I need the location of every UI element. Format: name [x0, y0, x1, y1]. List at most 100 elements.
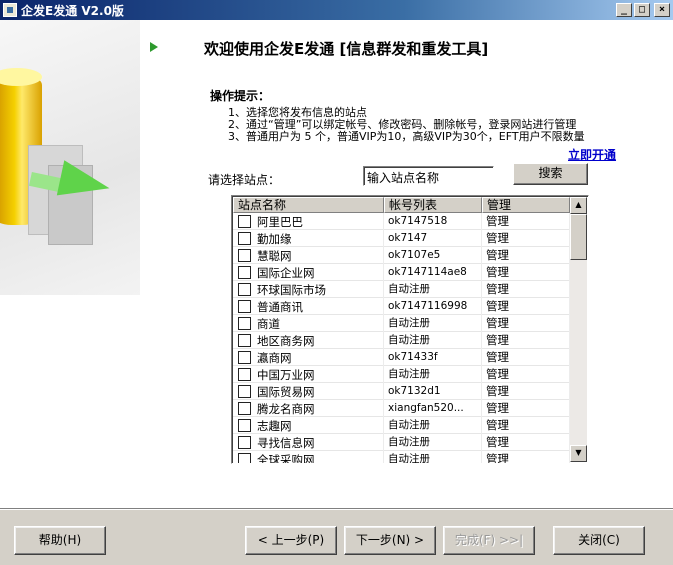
site-checkbox[interactable]: [238, 368, 251, 381]
manage-link[interactable]: 管理: [482, 281, 570, 298]
maximize-button[interactable]: □: [634, 3, 650, 17]
title-bar: 企发E发通 V2.0版 _ □ ×: [0, 0, 673, 20]
manage-link[interactable]: 管理: [482, 451, 570, 463]
site-name: 志趣网: [257, 418, 292, 433]
list-item[interactable]: 志趣网 自动注册 管理: [233, 417, 570, 434]
next-button[interactable]: 下一步(N) >: [344, 526, 436, 555]
site-name: 勤加缘: [257, 231, 292, 246]
site-checkbox[interactable]: [238, 249, 251, 262]
list-item[interactable]: 国际企业网 ok7147114ae8 管理: [233, 264, 570, 281]
list-header: 站点名称 帐号列表 管理: [233, 197, 570, 213]
site-checkbox[interactable]: [238, 232, 251, 245]
site-cell: 腾龙名商网: [233, 400, 384, 417]
manage-link[interactable]: 管理: [482, 366, 570, 383]
list-item[interactable]: 环球国际市场 自动注册 管理: [233, 281, 570, 298]
site-name: 普通商讯: [257, 299, 303, 314]
play-arrow-icon: [150, 42, 158, 52]
site-cell: 瀛商网: [233, 349, 384, 366]
help-button[interactable]: 帮助(H): [14, 526, 106, 555]
scroll-down-icon[interactable]: ▼: [570, 445, 587, 462]
manage-link[interactable]: 管理: [482, 298, 570, 315]
site-cell: 国际贸易网: [233, 383, 384, 400]
site-checkbox[interactable]: [238, 283, 251, 296]
list-item[interactable]: 瀛商网 ok71433f 管理: [233, 349, 570, 366]
list-item[interactable]: 国际贸易网 ok7132d1 管理: [233, 383, 570, 400]
prev-button[interactable]: < 上一步(P): [245, 526, 337, 555]
site-checkbox[interactable]: [238, 453, 251, 463]
site-cell: 志趣网: [233, 417, 384, 434]
site-checkbox[interactable]: [238, 215, 251, 228]
site-select-label: 请选择站点：: [208, 173, 281, 187]
site-name: 腾龙名商网: [257, 401, 315, 416]
account-cell: ok7147: [384, 230, 482, 247]
site-checkbox[interactable]: [238, 317, 251, 330]
page-heading: 欢迎使用企发E发通 [信息群发和重发工具]: [204, 40, 489, 58]
minimize-button[interactable]: _: [616, 3, 632, 17]
search-button[interactable]: 搜索: [513, 163, 588, 185]
site-cell: 全球采购网: [233, 451, 384, 463]
account-cell: ok7147116998: [384, 298, 482, 315]
site-checkbox[interactable]: [238, 300, 251, 313]
site-cell: 普通商讯: [233, 298, 384, 315]
site-search-input[interactable]: 输入站点名称: [363, 166, 494, 186]
site-name: 国际贸易网: [257, 384, 315, 399]
decorative-banner-image: [0, 20, 140, 295]
site-name: 寻找信息网: [257, 435, 315, 450]
list-item[interactable]: 中国万业网 自动注册 管理: [233, 366, 570, 383]
site-checkbox[interactable]: [238, 402, 251, 415]
site-name: 环球国际市场: [257, 282, 326, 297]
list-item[interactable]: 全球采购网 自动注册 管理: [233, 451, 570, 463]
site-name: 瀛商网: [257, 350, 292, 365]
scroll-thumb[interactable]: [570, 214, 587, 260]
column-header-accounts[interactable]: 帐号列表: [384, 197, 482, 213]
tips-title: 操作提示：: [210, 89, 271, 103]
scroll-up-icon[interactable]: ▲: [570, 197, 587, 214]
window-title: 企发E发通 V2.0版: [21, 3, 124, 18]
list-item[interactable]: 腾龙名商网 xiangfan520... 管理: [233, 400, 570, 417]
open-now-link[interactable]: 立即开通: [568, 146, 616, 163]
site-checkbox[interactable]: [238, 385, 251, 398]
column-header-manage[interactable]: 管理: [482, 197, 570, 213]
site-checkbox[interactable]: [238, 419, 251, 432]
account-cell: ok7147114ae8: [384, 264, 482, 281]
site-name: 商道: [257, 316, 280, 331]
account-cell: 自动注册: [384, 281, 482, 298]
account-cell: ok7147518: [384, 213, 482, 230]
manage-link[interactable]: 管理: [482, 230, 570, 247]
window-controls: _ □ ×: [616, 3, 670, 17]
site-checkbox[interactable]: [238, 334, 251, 347]
account-cell: 自动注册: [384, 434, 482, 451]
site-cell: 寻找信息网: [233, 434, 384, 451]
manage-link[interactable]: 管理: [482, 213, 570, 230]
close-window-button[interactable]: ×: [654, 3, 670, 17]
manage-link[interactable]: 管理: [482, 264, 570, 281]
vertical-scrollbar[interactable]: ▲ ▼: [570, 197, 587, 462]
manage-link[interactable]: 管理: [482, 383, 570, 400]
account-cell: xiangfan520...: [384, 400, 482, 417]
list-item[interactable]: 普通商讯 ok7147116998 管理: [233, 298, 570, 315]
manage-link[interactable]: 管理: [482, 434, 570, 451]
list-item[interactable]: 地区商务网 自动注册 管理: [233, 332, 570, 349]
list-item[interactable]: 勤加缘 ok7147 管理: [233, 230, 570, 247]
finish-button[interactable]: 完成(F) >>|: [443, 526, 535, 555]
manage-link[interactable]: 管理: [482, 349, 570, 366]
manage-link[interactable]: 管理: [482, 417, 570, 434]
account-cell: 自动注册: [384, 451, 482, 463]
manage-link[interactable]: 管理: [482, 332, 570, 349]
site-checkbox[interactable]: [238, 436, 251, 449]
app-icon: [3, 3, 17, 17]
list-item[interactable]: 慧聪网 ok7107e5 管理: [233, 247, 570, 264]
column-header-site[interactable]: 站点名称: [233, 197, 384, 213]
site-checkbox[interactable]: [238, 266, 251, 279]
site-checkbox[interactable]: [238, 351, 251, 364]
list-item[interactable]: 阿里巴巴 ok7147518 管理: [233, 213, 570, 230]
site-name: 阿里巴巴: [257, 214, 303, 229]
manage-link[interactable]: 管理: [482, 400, 570, 417]
manage-link[interactable]: 管理: [482, 315, 570, 332]
close-button[interactable]: 关闭(C): [553, 526, 645, 555]
account-cell: 自动注册: [384, 417, 482, 434]
site-cell: 慧聪网: [233, 247, 384, 264]
list-item[interactable]: 寻找信息网 自动注册 管理: [233, 434, 570, 451]
list-item[interactable]: 商道 自动注册 管理: [233, 315, 570, 332]
manage-link[interactable]: 管理: [482, 247, 570, 264]
